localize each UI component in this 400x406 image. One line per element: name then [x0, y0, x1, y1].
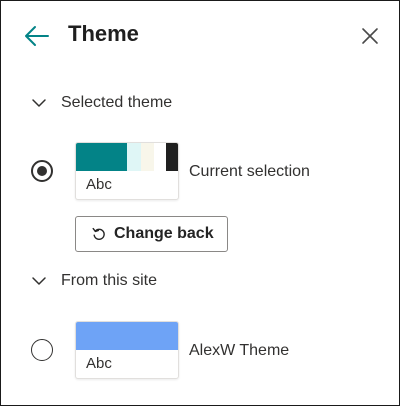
section-label: Selected theme — [61, 94, 173, 111]
theme-name: Current selection — [189, 163, 310, 180]
theme-card-current[interactable]: Abc — [75, 142, 179, 200]
radio-current-selection[interactable] — [31, 160, 53, 182]
radio-dot — [37, 166, 47, 176]
theme-name: AlexW Theme — [189, 342, 290, 359]
section-label: From this site — [61, 272, 158, 289]
change-back-label: Change back — [114, 225, 214, 242]
theme-panel: Theme Selected theme Abc Current selecti… — [0, 0, 400, 406]
section-selected-theme[interactable]: Selected theme — [31, 91, 172, 115]
swatch-row — [76, 143, 178, 171]
swatch — [154, 143, 166, 171]
theme-preview-text: Abc — [86, 355, 112, 372]
radio-alexw-theme[interactable] — [31, 339, 53, 361]
close-icon[interactable] — [361, 27, 379, 45]
swatch-row — [76, 322, 178, 350]
panel-header: Theme — [1, 1, 399, 71]
swatch — [166, 143, 178, 171]
theme-card-alexw[interactable]: Abc — [75, 321, 179, 379]
swatch — [76, 143, 127, 171]
swatch — [76, 322, 178, 350]
theme-preview-text: Abc — [86, 176, 112, 193]
arrow-left-icon[interactable] — [23, 23, 51, 49]
swatch — [127, 143, 141, 171]
chevron-down-icon — [31, 95, 47, 111]
swatch — [141, 143, 154, 171]
change-back-button[interactable]: Change back — [75, 216, 228, 252]
undo-icon — [92, 227, 106, 241]
section-from-this-site[interactable]: From this site — [31, 269, 157, 293]
page-title: Theme — [68, 21, 139, 46]
chevron-down-icon — [31, 273, 47, 289]
